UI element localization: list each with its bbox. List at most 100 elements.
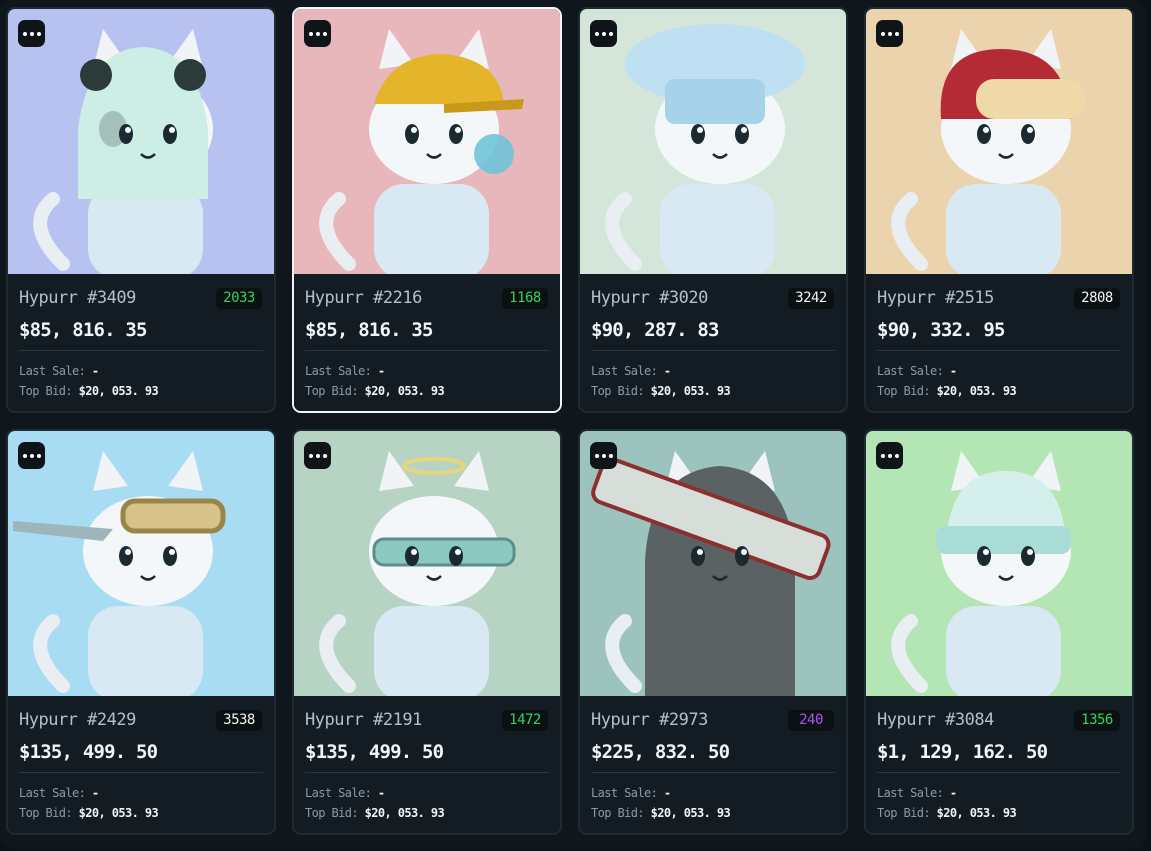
rarity-rank-badge: 2808 — [1074, 288, 1120, 309]
nft-price: $135, 499. 50 — [19, 741, 158, 763]
divider — [19, 772, 263, 773]
nft-name: Hypurr #2429 — [19, 710, 136, 730]
top-bid-label: Top Bid: — [19, 806, 73, 820]
nft-card[interactable]: Hypurr #2515 2808 $90, 332. 95 Last Sale… — [864, 7, 1134, 413]
more-options-icon[interactable] — [876, 442, 903, 469]
last-sale-label: Last Sale: — [305, 786, 372, 800]
nft-price: $85, 816. 35 — [305, 319, 433, 341]
divider — [591, 350, 835, 351]
last-sale: Last Sale: - — [877, 786, 957, 800]
last-sale-label: Last Sale: — [19, 364, 86, 378]
last-sale: Last Sale: - — [19, 364, 99, 378]
nft-name: Hypurr #3409 — [19, 288, 136, 308]
card-info: Hypurr #3020 3242 $90, 287. 83 Last Sale… — [580, 274, 846, 411]
last-sale-label: Last Sale: — [305, 364, 372, 378]
more-options-icon[interactable] — [590, 442, 617, 469]
card-info: Hypurr #2216 1168 $85, 816. 35 Last Sale… — [294, 274, 560, 411]
divider — [19, 350, 263, 351]
nft-name: Hypurr #2216 — [305, 288, 422, 308]
last-sale-value: - — [377, 364, 385, 378]
top-bid-value: $20, 053. 93 — [650, 384, 731, 398]
last-sale-value: - — [663, 786, 671, 800]
divider — [877, 772, 1121, 773]
rarity-rank-badge: 1472 — [502, 710, 548, 731]
last-sale-label: Last Sale: — [591, 364, 658, 378]
more-options-icon[interactable] — [18, 442, 45, 469]
last-sale-label: Last Sale: — [591, 786, 658, 800]
rarity-rank-badge: 2033 — [216, 288, 262, 309]
rarity-rank-badge: 3242 — [788, 288, 834, 309]
top-bid-label: Top Bid: — [591, 384, 645, 398]
last-sale: Last Sale: - — [19, 786, 99, 800]
last-sale-label: Last Sale: — [877, 364, 944, 378]
nft-artwork — [866, 431, 1132, 696]
nft-price: $135, 499. 50 — [305, 741, 444, 763]
nft-name: Hypurr #2515 — [877, 288, 994, 308]
gallery-panel: Hypurr #3409 2033 $85, 816. 35 Last Sale… — [0, 0, 1145, 849]
card-info: Hypurr #3084 1356 $1, 129, 162. 50 Last … — [866, 696, 1132, 833]
nft-price: $1, 129, 162. 50 — [877, 741, 1048, 763]
nft-price: $85, 816. 35 — [19, 319, 147, 341]
top-bid-label: Top Bid: — [877, 384, 931, 398]
top-bid-label: Top Bid: — [591, 806, 645, 820]
top-bid-label: Top Bid: — [877, 806, 931, 820]
top-bid: Top Bid: $20, 053. 93 — [19, 384, 159, 398]
nft-card[interactable]: Hypurr #3409 2033 $85, 816. 35 Last Sale… — [6, 7, 276, 413]
nft-artwork — [580, 9, 846, 274]
rarity-rank-badge: 240 — [788, 710, 834, 731]
more-options-icon[interactable] — [304, 442, 331, 469]
top-bid: Top Bid: $20, 053. 93 — [591, 384, 731, 398]
divider — [877, 350, 1121, 351]
last-sale: Last Sale: - — [591, 786, 671, 800]
last-sale-value: - — [91, 364, 99, 378]
nft-card[interactable]: Hypurr #2216 1168 $85, 816. 35 Last Sale… — [292, 7, 562, 413]
nft-artwork — [580, 431, 846, 696]
nft-artwork — [866, 9, 1132, 274]
nft-card[interactable]: Hypurr #3084 1356 $1, 129, 162. 50 Last … — [864, 429, 1134, 835]
nft-card[interactable]: Hypurr #3020 3242 $90, 287. 83 Last Sale… — [578, 7, 848, 413]
top-bid-label: Top Bid: — [305, 806, 359, 820]
nft-price: $90, 287. 83 — [591, 319, 719, 341]
last-sale: Last Sale: - — [305, 364, 385, 378]
nft-artwork — [8, 431, 274, 696]
nft-name: Hypurr #2973 — [591, 710, 708, 730]
last-sale-label: Last Sale: — [19, 786, 86, 800]
last-sale-value: - — [91, 786, 99, 800]
nft-name: Hypurr #3020 — [591, 288, 708, 308]
last-sale-value: - — [949, 786, 957, 800]
card-info: Hypurr #2973 240 $225, 832. 50 Last Sale… — [580, 696, 846, 833]
nft-price: $90, 332. 95 — [877, 319, 1005, 341]
top-bid-value: $20, 053. 93 — [78, 806, 159, 820]
top-bid: Top Bid: $20, 053. 93 — [305, 806, 445, 820]
divider — [591, 772, 835, 773]
last-sale-value: - — [949, 364, 957, 378]
more-options-icon[interactable] — [18, 20, 45, 47]
top-bid-value: $20, 053. 93 — [936, 384, 1017, 398]
last-sale: Last Sale: - — [305, 786, 385, 800]
last-sale: Last Sale: - — [591, 364, 671, 378]
top-bid: Top Bid: $20, 053. 93 — [877, 384, 1017, 398]
nft-card[interactable]: Hypurr #2973 240 $225, 832. 50 Last Sale… — [578, 429, 848, 835]
top-bid-value: $20, 053. 93 — [78, 384, 159, 398]
rarity-rank-badge: 1168 — [502, 288, 548, 309]
top-bid: Top Bid: $20, 053. 93 — [591, 806, 731, 820]
more-options-icon[interactable] — [304, 20, 331, 47]
rarity-rank-badge: 1356 — [1074, 710, 1120, 731]
nft-card[interactable]: Hypurr #2191 1472 $135, 499. 50 Last Sal… — [292, 429, 562, 835]
top-bid-label: Top Bid: — [305, 384, 359, 398]
nft-grid: Hypurr #3409 2033 $85, 816. 35 Last Sale… — [6, 7, 1134, 835]
last-sale-label: Last Sale: — [877, 786, 944, 800]
rarity-rank-badge: 3538 — [216, 710, 262, 731]
more-options-icon[interactable] — [590, 20, 617, 47]
more-options-icon[interactable] — [876, 20, 903, 47]
top-bid: Top Bid: $20, 053. 93 — [305, 384, 445, 398]
last-sale: Last Sale: - — [877, 364, 957, 378]
nft-card[interactable]: Hypurr #2429 3538 $135, 499. 50 Last Sal… — [6, 429, 276, 835]
nft-name: Hypurr #2191 — [305, 710, 422, 730]
divider — [305, 772, 549, 773]
card-info: Hypurr #3409 2033 $85, 816. 35 Last Sale… — [8, 274, 274, 411]
nft-artwork — [8, 9, 274, 274]
top-bid-value: $20, 053. 93 — [650, 806, 731, 820]
card-info: Hypurr #2191 1472 $135, 499. 50 Last Sal… — [294, 696, 560, 833]
top-bid: Top Bid: $20, 053. 93 — [877, 806, 1017, 820]
